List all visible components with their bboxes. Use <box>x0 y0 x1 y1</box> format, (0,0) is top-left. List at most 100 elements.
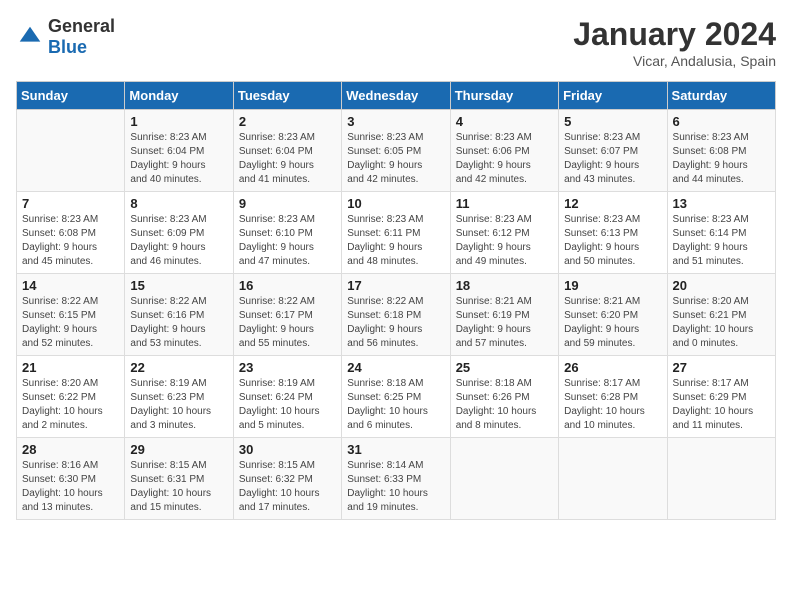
day-info: Sunrise: 8:19 AMSunset: 6:23 PMDaylight:… <box>130 377 227 433</box>
day-info: Sunrise: 8:14 AMSunset: 6:33 PMDaylight:… <box>347 459 444 515</box>
calendar-week-3: 14 Sunrise: 8:22 AMSunset: 6:15 PMDayligh… <box>17 274 776 356</box>
day-info: Sunrise: 8:23 AMSunset: 6:08 PMDaylight:… <box>22 213 119 269</box>
day-header-saturday: Saturday <box>667 82 775 110</box>
calendar-week-4: 21Sunrise: 8:20 AMSunset: 6:22 PMDayligh… <box>17 356 776 438</box>
day-info: Sunrise: 8:15 AMSunset: 6:31 PMDaylight:… <box>130 459 227 515</box>
day-header-friday: Friday <box>559 82 667 110</box>
day-number: 15 <box>130 278 227 293</box>
day-number: 18 <box>456 278 553 293</box>
logo-text: General Blue <box>48 16 115 58</box>
day-number: 6 <box>673 114 770 129</box>
day-number: 24 <box>347 360 444 375</box>
day-info: Sunrise: 8:22 AMSunset: 6:18 PMDaylight:… <box>347 295 444 351</box>
calendar-cell: 28 Sunrise: 8:16 AMSunset: 6:30 PMDayligh… <box>17 438 125 520</box>
day-info: Sunrise: 8:23 AMSunset: 6:12 PMDaylight:… <box>456 213 553 269</box>
day-info: Sunrise: 8:23 AMSunset: 6:09 PMDaylight:… <box>130 213 227 269</box>
calendar-cell: 17 Sunrise: 8:22 AMSunset: 6:18 PMDayligh… <box>342 274 450 356</box>
day-info: Sunrise: 8:18 AMSunset: 6:25 PMDaylight:… <box>347 377 444 433</box>
day-info: Sunrise: 8:23 AMSunset: 6:07 PMDaylight:… <box>564 131 661 187</box>
logo: General Blue <box>16 16 115 58</box>
day-number: 22 <box>130 360 227 375</box>
calendar-cell: 29 Sunrise: 8:15 AMSunset: 6:31 PMDayligh… <box>125 438 233 520</box>
day-info: Sunrise: 8:23 AMSunset: 6:14 PMDaylight:… <box>673 213 770 269</box>
day-number: 1 <box>130 114 227 129</box>
header: General Blue January 2024 Vicar, Andalus… <box>16 16 776 69</box>
month-title: January 2024 <box>573 16 776 53</box>
day-info: Sunrise: 8:23 AMSunset: 6:04 PMDaylight:… <box>130 131 227 187</box>
day-number: 9 <box>239 196 336 211</box>
calendar-header-row: SundayMondayTuesdayWednesdayThursdayFrid… <box>17 82 776 110</box>
calendar-cell: 23Sunrise: 8:19 AMSunset: 6:24 PMDayligh… <box>233 356 341 438</box>
day-info: Sunrise: 8:22 AMSunset: 6:15 PMDaylight:… <box>22 295 119 351</box>
calendar-cell: 20Sunrise: 8:20 AMSunset: 6:21 PMDayligh… <box>667 274 775 356</box>
calendar-cell: 5 Sunrise: 8:23 AMSunset: 6:07 PMDaylight… <box>559 110 667 192</box>
day-info: Sunrise: 8:23 AMSunset: 6:08 PMDaylight:… <box>673 131 770 187</box>
calendar-cell: 8Sunrise: 8:23 AMSunset: 6:09 PMDaylight… <box>125 192 233 274</box>
calendar-week-5: 28 Sunrise: 8:16 AMSunset: 6:30 PMDayligh… <box>17 438 776 520</box>
day-info: Sunrise: 8:18 AMSunset: 6:26 PMDaylight:… <box>456 377 553 433</box>
calendar-cell: 24 Sunrise: 8:18 AMSunset: 6:25 PMDayligh… <box>342 356 450 438</box>
calendar-cell <box>450 438 558 520</box>
calendar-cell: 26 Sunrise: 8:17 AMSunset: 6:28 PMDayligh… <box>559 356 667 438</box>
calendar-cell: 13 Sunrise: 8:23 AMSunset: 6:14 PMDayligh… <box>667 192 775 274</box>
calendar-cell: 4Sunrise: 8:23 AMSunset: 6:06 PMDaylight… <box>450 110 558 192</box>
day-number: 23 <box>239 360 336 375</box>
day-info: Sunrise: 8:15 AMSunset: 6:32 PMDaylight:… <box>239 459 336 515</box>
logo-blue: Blue <box>48 37 87 57</box>
day-info: Sunrise: 8:23 AMSunset: 6:06 PMDaylight:… <box>456 131 553 187</box>
day-number: 5 <box>564 114 661 129</box>
calendar-cell: 2 Sunrise: 8:23 AMSunset: 6:04 PMDaylight… <box>233 110 341 192</box>
day-info: Sunrise: 8:16 AMSunset: 6:30 PMDaylight:… <box>22 459 119 515</box>
day-number: 10 <box>347 196 444 211</box>
calendar-cell: 25 Sunrise: 8:18 AMSunset: 6:26 PMDayligh… <box>450 356 558 438</box>
day-info: Sunrise: 8:17 AMSunset: 6:29 PMDaylight:… <box>673 377 770 433</box>
calendar-cell <box>559 438 667 520</box>
day-number: 13 <box>673 196 770 211</box>
day-number: 25 <box>456 360 553 375</box>
calendar-cell: 18 Sunrise: 8:21 AMSunset: 6:19 PMDayligh… <box>450 274 558 356</box>
calendar-cell: 11 Sunrise: 8:23 AMSunset: 6:12 PMDayligh… <box>450 192 558 274</box>
calendar-cell: 7 Sunrise: 8:23 AMSunset: 6:08 PMDaylight… <box>17 192 125 274</box>
day-header-sunday: Sunday <box>17 82 125 110</box>
day-number: 11 <box>456 196 553 211</box>
day-info: Sunrise: 8:23 AMSunset: 6:05 PMDaylight:… <box>347 131 444 187</box>
day-header-thursday: Thursday <box>450 82 558 110</box>
calendar-cell: 15 Sunrise: 8:22 AMSunset: 6:16 PMDayligh… <box>125 274 233 356</box>
location-subtitle: Vicar, Andalusia, Spain <box>573 53 776 69</box>
day-number: 14 <box>22 278 119 293</box>
calendar-cell: 12 Sunrise: 8:23 AMSunset: 6:13 PMDayligh… <box>559 192 667 274</box>
day-number: 20 <box>673 278 770 293</box>
logo-general: General <box>48 16 115 36</box>
day-info: Sunrise: 8:23 AMSunset: 6:10 PMDaylight:… <box>239 213 336 269</box>
day-header-wednesday: Wednesday <box>342 82 450 110</box>
day-number: 3 <box>347 114 444 129</box>
calendar-cell: 22 Sunrise: 8:19 AMSunset: 6:23 PMDayligh… <box>125 356 233 438</box>
day-number: 26 <box>564 360 661 375</box>
logo-icon <box>16 23 44 51</box>
day-info: Sunrise: 8:20 AMSunset: 6:22 PMDaylight:… <box>22 377 119 433</box>
calendar-cell: 10Sunrise: 8:23 AMSunset: 6:11 PMDayligh… <box>342 192 450 274</box>
day-info: Sunrise: 8:17 AMSunset: 6:28 PMDaylight:… <box>564 377 661 433</box>
day-number: 7 <box>22 196 119 211</box>
title-block: January 2024 Vicar, Andalusia, Spain <box>573 16 776 69</box>
calendar-cell: 14 Sunrise: 8:22 AMSunset: 6:15 PMDayligh… <box>17 274 125 356</box>
day-number: 31 <box>347 442 444 457</box>
calendar-cell: 1 Sunrise: 8:23 AMSunset: 6:04 PMDaylight… <box>125 110 233 192</box>
day-number: 28 <box>22 442 119 457</box>
day-info: Sunrise: 8:22 AMSunset: 6:16 PMDaylight:… <box>130 295 227 351</box>
calendar-week-1: 1 Sunrise: 8:23 AMSunset: 6:04 PMDaylight… <box>17 110 776 192</box>
day-number: 17 <box>347 278 444 293</box>
day-number: 12 <box>564 196 661 211</box>
calendar-cell <box>667 438 775 520</box>
day-info: Sunrise: 8:23 AMSunset: 6:13 PMDaylight:… <box>564 213 661 269</box>
day-info: Sunrise: 8:21 AMSunset: 6:19 PMDaylight:… <box>456 295 553 351</box>
calendar-cell: 16Sunrise: 8:22 AMSunset: 6:17 PMDayligh… <box>233 274 341 356</box>
calendar-cell <box>17 110 125 192</box>
calendar-cell: 6 Sunrise: 8:23 AMSunset: 6:08 PMDaylight… <box>667 110 775 192</box>
day-info: Sunrise: 8:23 AMSunset: 6:04 PMDaylight:… <box>239 131 336 187</box>
day-number: 29 <box>130 442 227 457</box>
day-number: 2 <box>239 114 336 129</box>
day-info: Sunrise: 8:22 AMSunset: 6:17 PMDaylight:… <box>239 295 336 351</box>
calendar-cell: 9 Sunrise: 8:23 AMSunset: 6:10 PMDaylight… <box>233 192 341 274</box>
day-number: 27 <box>673 360 770 375</box>
